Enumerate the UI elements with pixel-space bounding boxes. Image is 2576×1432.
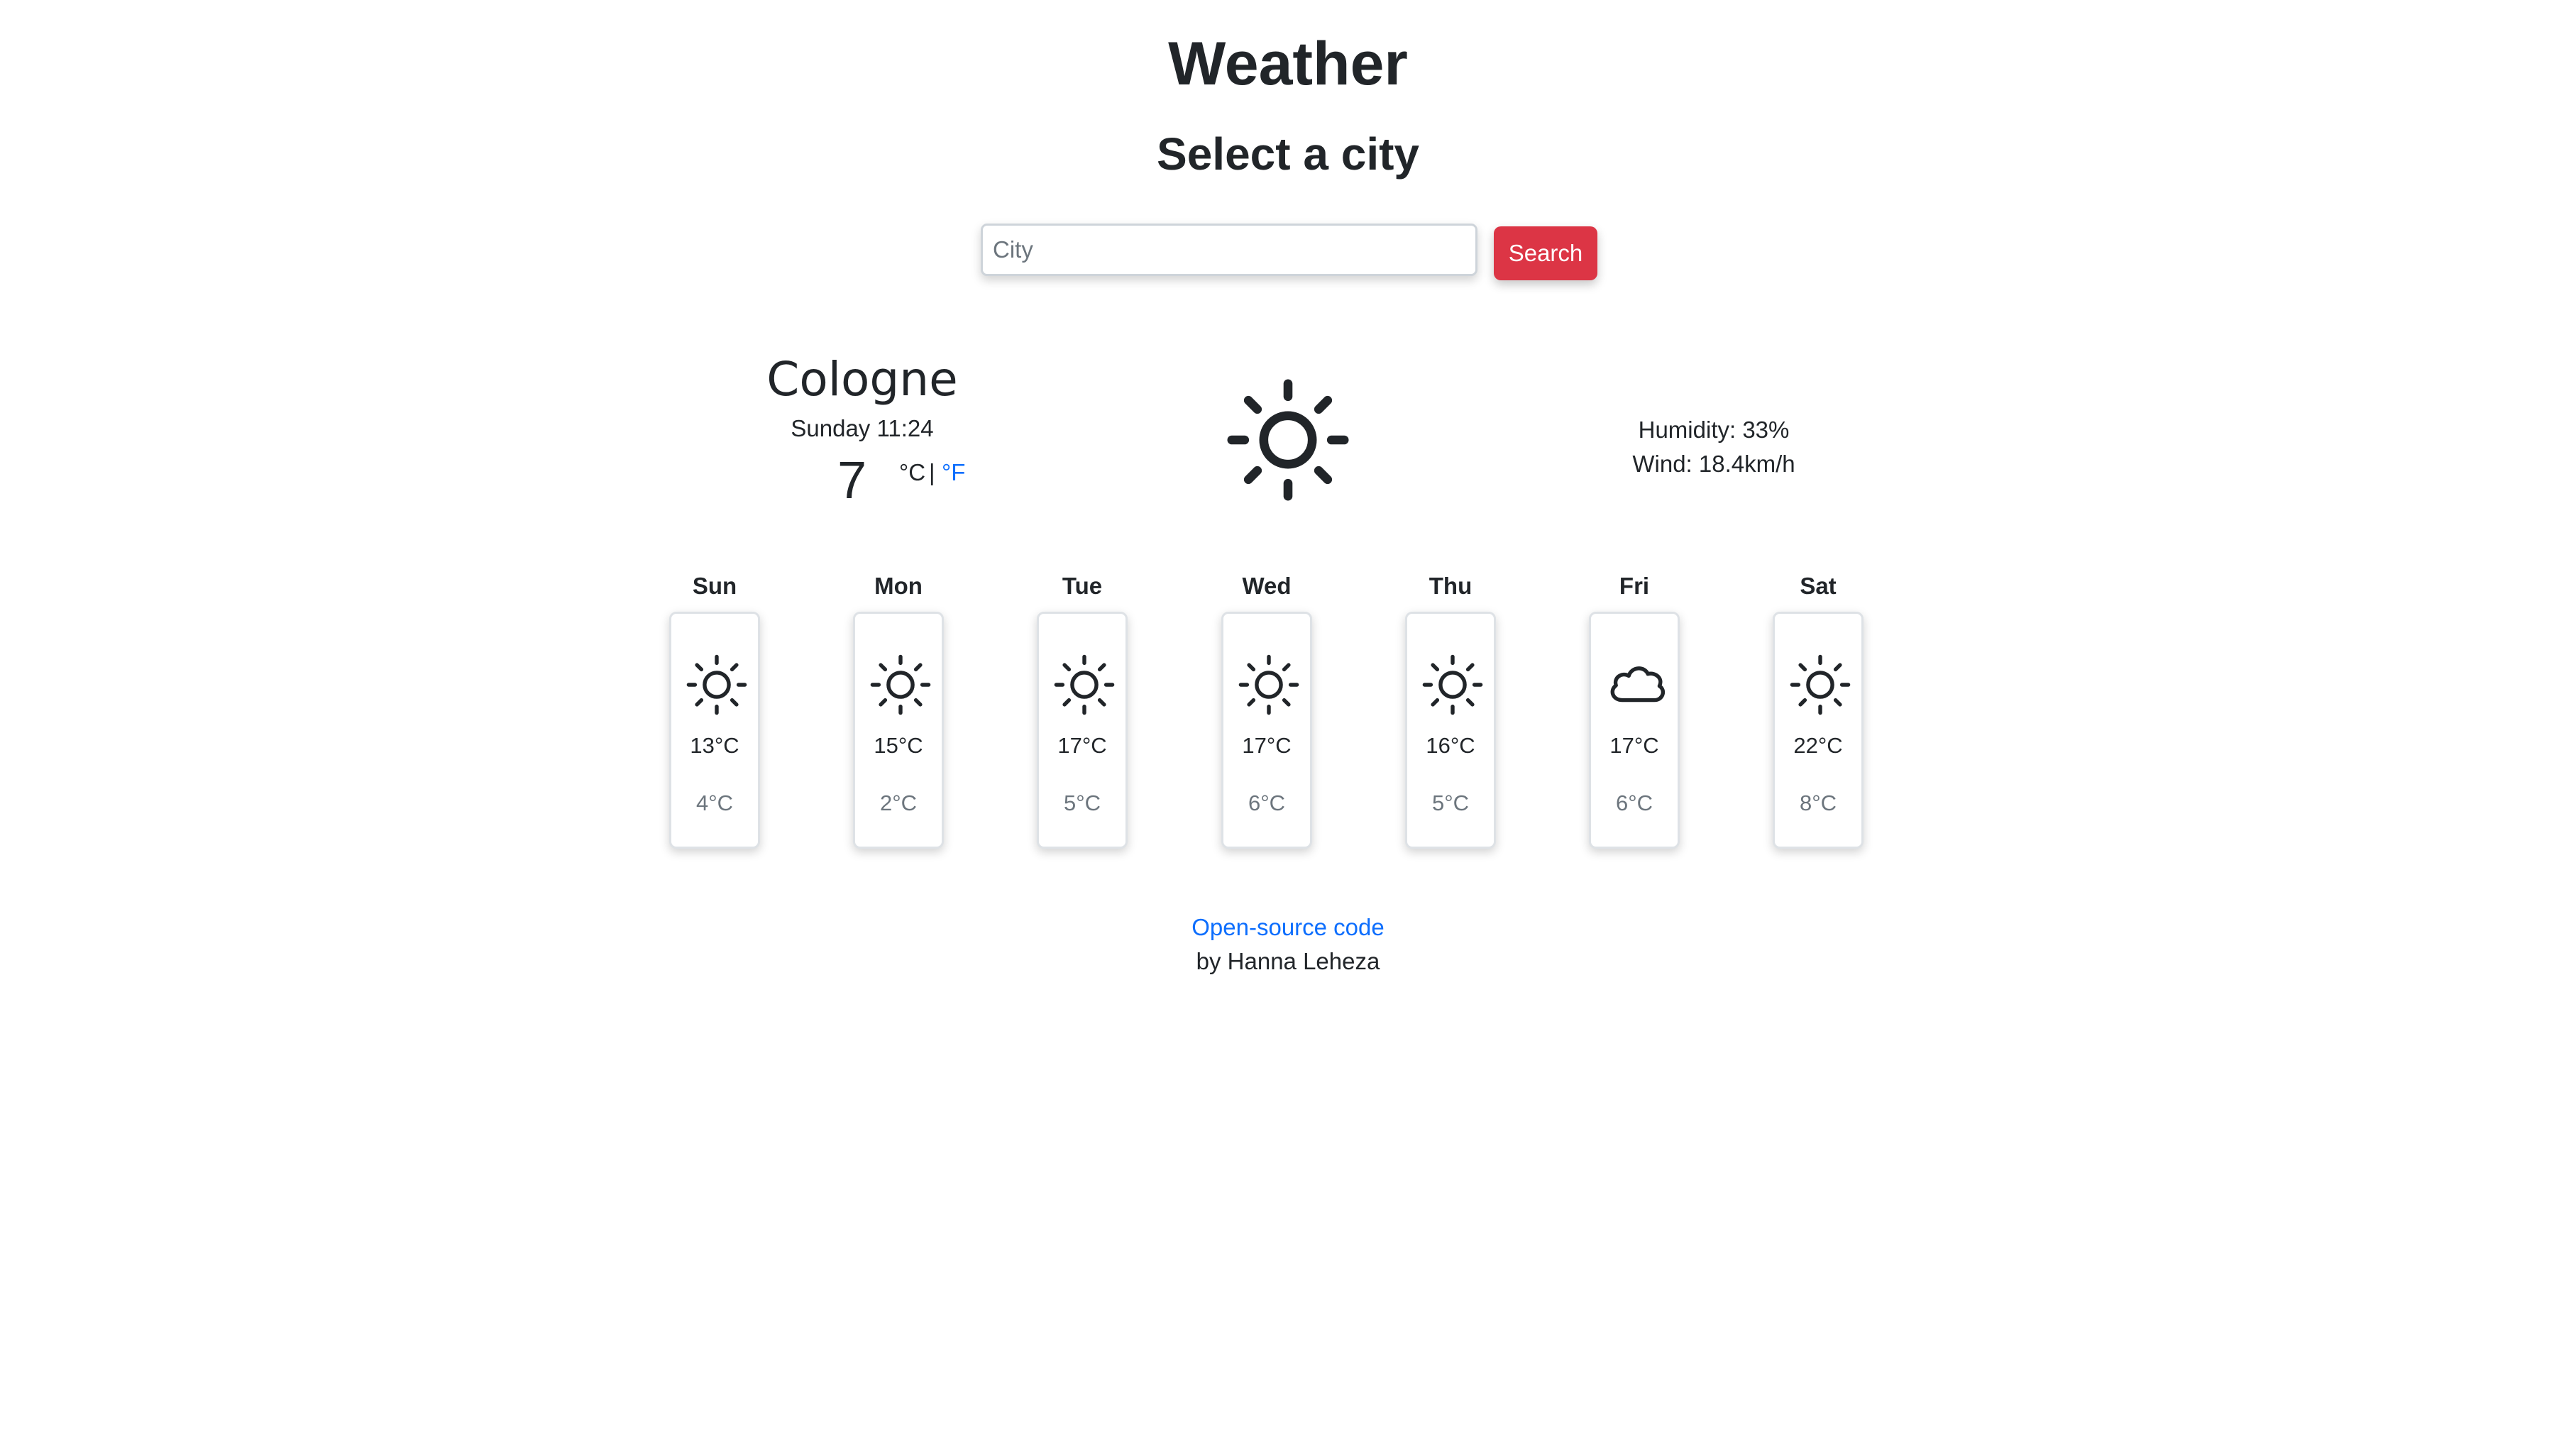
- forecast-day-label: Sun: [692, 573, 737, 599]
- forecast-max-temp: 16°C: [1426, 733, 1475, 758]
- forecast-min-temp: 5°C: [1431, 791, 1470, 815]
- sun-icon: [686, 654, 747, 715]
- forecast-day-card: 15°C 2°C: [853, 612, 944, 849]
- forecast-min-temp: 6°C: [1615, 791, 1653, 815]
- fahrenheit-unit-link[interactable]: °F: [942, 458, 965, 487]
- city-name: Cologne: [766, 352, 958, 407]
- forecast-day-label: Mon: [874, 573, 923, 599]
- sun-icon: [1422, 654, 1483, 715]
- forecast-day-card: 16°C 5°C: [1405, 612, 1496, 849]
- sun-icon: [1054, 654, 1115, 715]
- forecast-day-label: Thu: [1429, 573, 1473, 599]
- forecast-max-temp: 17°C: [1609, 733, 1659, 758]
- forecast-day-card: 17°C 6°C: [1589, 612, 1680, 849]
- author-credit: by Hanna Leheza: [1196, 948, 1380, 974]
- search-button[interactable]: Search: [1494, 226, 1597, 280]
- forecast-min-temp: 6°C: [1248, 791, 1286, 815]
- forecast-min-temp: 2°C: [879, 791, 918, 815]
- sun-icon: [1227, 379, 1349, 501]
- cloud-icon: [1610, 666, 1666, 703]
- open-source-code-link[interactable]: Open-source code: [0, 912, 2576, 943]
- forecast-day-card: 22°C 8°C: [1773, 612, 1864, 849]
- humidity-value: Humidity: 33%: [1638, 417, 1790, 443]
- forecast-day-label: Sat: [1800, 573, 1837, 599]
- forecast-min-temp: 4°C: [695, 791, 734, 815]
- forecast-day-label: Fri: [1619, 573, 1650, 599]
- forecast-max-temp: 13°C: [690, 733, 739, 758]
- page-title: Weather: [1168, 30, 1408, 98]
- forecast-day-card: 17°C 6°C: [1221, 612, 1312, 849]
- weather-app: Weather Select a city Search Cologne Sun…: [0, 0, 2576, 1432]
- forecast-day-label: Wed: [1242, 573, 1292, 599]
- forecast-day-label: Tue: [1062, 573, 1103, 599]
- forecast-min-temp: 5°C: [1063, 791, 1101, 815]
- sun-icon: [1238, 654, 1299, 715]
- sun-icon: [1790, 654, 1851, 715]
- current-temperature: 7: [837, 451, 867, 510]
- page-subtitle: Select a city: [1157, 128, 1419, 180]
- forecast-max-temp: 17°C: [1242, 733, 1292, 758]
- city-search-input[interactable]: [981, 224, 1477, 276]
- forecast-day-card: 13°C 4°C: [669, 612, 760, 849]
- forecast-max-temp: 15°C: [874, 733, 923, 758]
- current-date-time: Sunday 11:24: [791, 415, 934, 441]
- forecast-max-temp: 22°C: [1793, 733, 1843, 758]
- forecast-min-temp: 8°C: [1799, 791, 1837, 815]
- wind-value: Wind: 18.4km/h: [1632, 451, 1795, 477]
- forecast-max-temp: 17°C: [1057, 733, 1107, 758]
- unit-separator: |: [929, 459, 935, 485]
- forecast-day-card: 17°C 5°C: [1037, 612, 1128, 849]
- celsius-unit-link[interactable]: °C: [899, 458, 925, 487]
- sun-icon: [870, 654, 931, 715]
